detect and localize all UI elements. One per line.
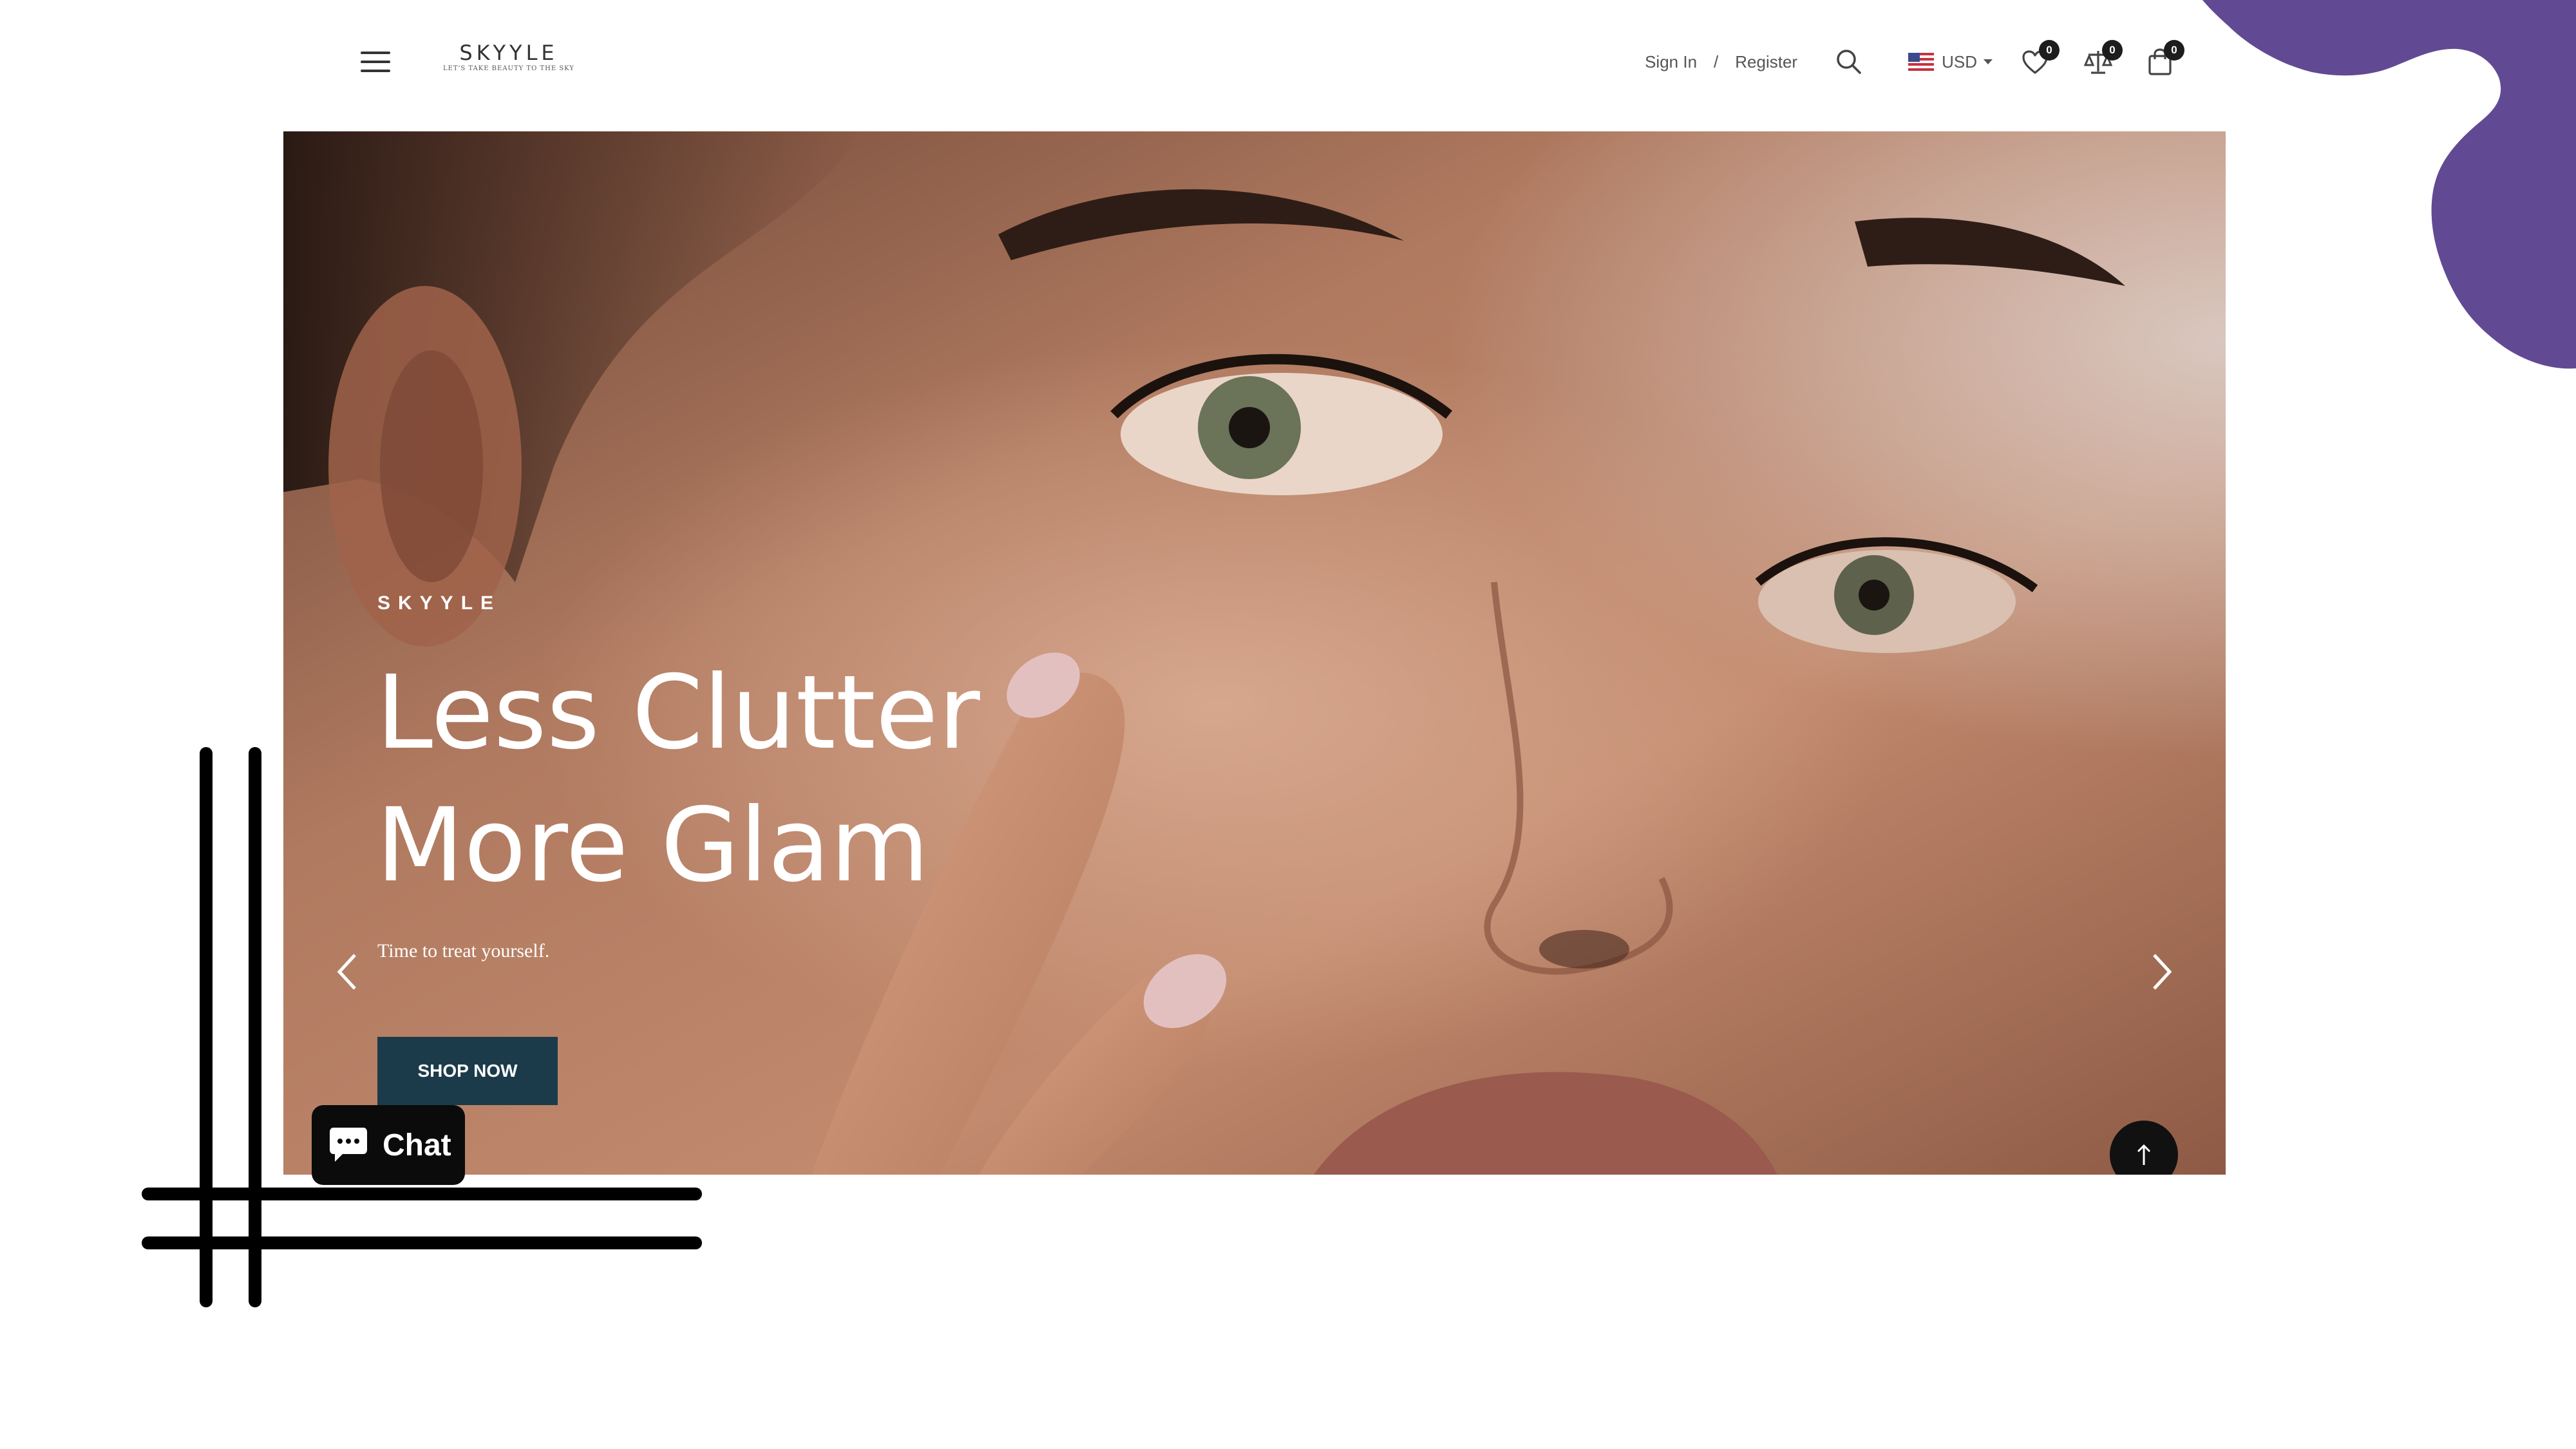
wishlist-button[interactable]: 0 xyxy=(2018,40,2060,79)
site-logo[interactable]: SKYYLE LET'S TAKE BEAUTY TO THE SKY xyxy=(438,41,580,73)
hamburger-menu-icon[interactable] xyxy=(361,50,390,73)
site-header: SKYYLE LET'S TAKE BEAUTY TO THE SKY Sign… xyxy=(283,0,2228,129)
hero-eyebrow: SKYYLE xyxy=(377,592,502,614)
chevron-right-icon xyxy=(2153,954,2172,990)
slider-next-button[interactable] xyxy=(2139,943,2184,1001)
currency-selector[interactable]: USD xyxy=(1908,52,1993,72)
register-link[interactable]: Register xyxy=(1735,52,1797,72)
arrow-up-icon xyxy=(2137,1144,2151,1165)
header-actions: Sign In / Register USD 0 0 0 xyxy=(1645,40,2184,81)
wishlist-count-badge: 0 xyxy=(2039,40,2060,61)
caret-down-icon xyxy=(1984,59,1993,64)
sign-in-link[interactable]: Sign In xyxy=(1645,52,1697,72)
us-flag-icon xyxy=(1908,53,1935,71)
decorative-purple-blob xyxy=(2202,0,2576,369)
search-button[interactable] xyxy=(1832,45,1866,79)
logo-name: SKYYLE xyxy=(459,41,558,65)
page: SKYYLE LET'S TAKE BEAUTY TO THE SKY Sign… xyxy=(0,0,2576,1449)
compare-count-badge: 0 xyxy=(2102,40,2123,61)
decorative-grid-lines xyxy=(142,747,702,1307)
logo-tagline: LET'S TAKE BEAUTY TO THE SKY xyxy=(442,65,574,72)
auth-separator: / xyxy=(1714,52,1719,71)
search-icon xyxy=(1837,50,1861,74)
currency-label: USD xyxy=(1942,52,1977,71)
cart-count-badge: 0 xyxy=(2164,40,2184,61)
cart-button[interactable]: 0 xyxy=(2143,40,2184,79)
compare-button[interactable]: 0 xyxy=(2081,40,2123,79)
